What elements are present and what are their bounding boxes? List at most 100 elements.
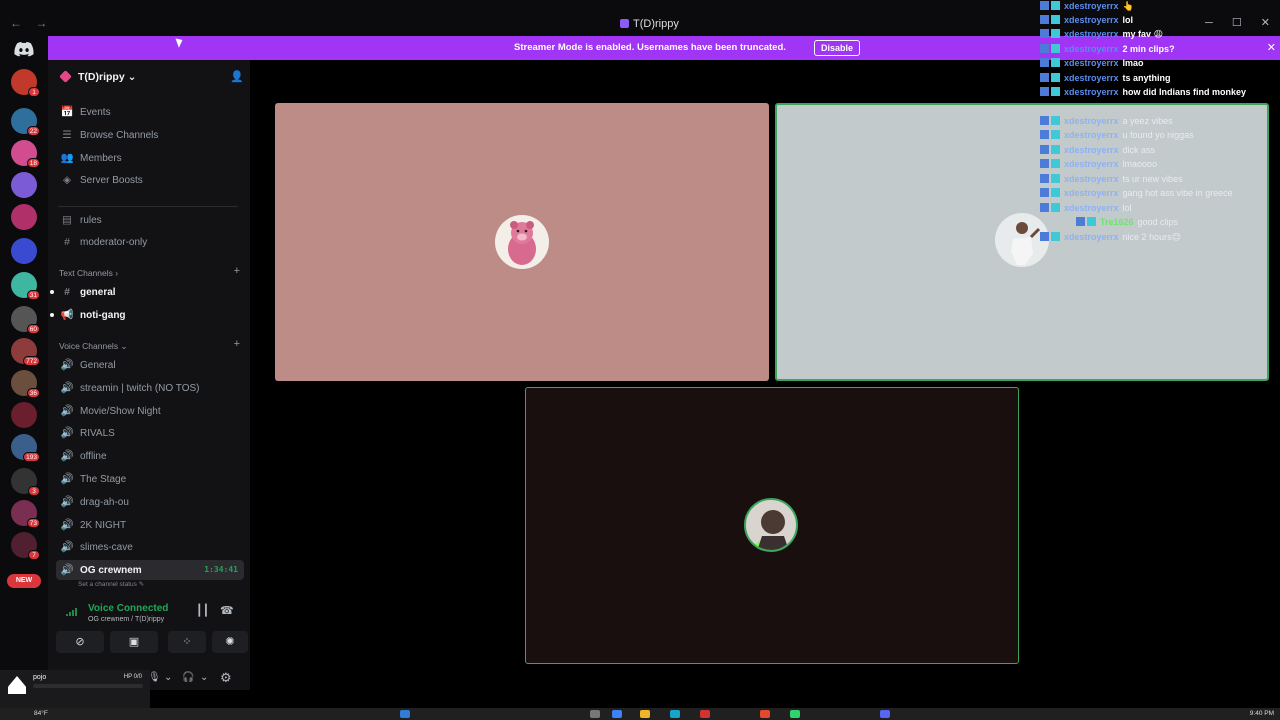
- mention-badge: 193: [23, 452, 40, 462]
- invite-people-icon[interactable]: 👤: [230, 70, 244, 83]
- server-icon[interactable]: [11, 238, 37, 264]
- new-badge[interactable]: NEW: [7, 574, 41, 588]
- windows-start-icon[interactable]: [400, 710, 410, 718]
- back-arrow-icon[interactable]: ←: [10, 16, 22, 30]
- speaker-icon: 🔊: [60, 495, 74, 508]
- weather-widget[interactable]: 84°F: [34, 710, 48, 717]
- close-window-icon[interactable]: ✕: [1261, 17, 1270, 29]
- voice-channel-streamin-twitch-no-tos-[interactable]: 🔊 streamin | twitch (NO TOS): [56, 378, 244, 398]
- headphones-icon[interactable]: 🎧: [182, 672, 194, 683]
- server-rail: 1 22 18 31 60 772 36 193 3 73 7 NEW: [0, 36, 48, 708]
- text-channel-noti-gang[interactable]: 📢 noti-gang: [50, 305, 244, 325]
- server-icon[interactable]: 60: [11, 306, 40, 334]
- chevron-down-icon[interactable]: ⌄: [200, 672, 208, 683]
- taskbar-app-icon[interactable]: [612, 710, 622, 718]
- channel-label: rules: [80, 215, 102, 226]
- nav-arrows: ← →: [10, 16, 57, 30]
- discord-taskbar-icon[interactable]: [880, 710, 890, 718]
- sidebar-item-events[interactable]: 📅 Events: [56, 102, 244, 122]
- taskbar-app-icon[interactable]: [760, 710, 770, 718]
- disable-streamer-mode-button[interactable]: Disable: [814, 40, 861, 56]
- soundboard-button[interactable]: ✺: [212, 631, 248, 653]
- server-icon[interactable]: 3: [11, 468, 40, 496]
- voice-channel-the-stage[interactable]: 🔊 The Stage: [56, 469, 244, 489]
- chevron-down-icon[interactable]: ⌄: [164, 672, 172, 683]
- server-icon[interactable]: 73: [11, 500, 40, 528]
- text-channel-moderator-only[interactable]: # moderator-only: [56, 232, 244, 252]
- sidebar-item-label: Members: [80, 153, 122, 164]
- server-icon[interactable]: 36: [11, 370, 40, 398]
- server-icon[interactable]: [11, 172, 37, 198]
- voice-channel-general[interactable]: 🔊 General: [56, 355, 244, 375]
- speaker-icon: 🔊: [60, 541, 74, 554]
- forward-arrow-icon[interactable]: →: [35, 16, 47, 30]
- server-name[interactable]: T(D)rippy ⌄: [78, 71, 136, 83]
- user-name: pojo: [33, 674, 47, 681]
- signal-icon[interactable]: [66, 607, 78, 617]
- voice-channel-movie-show-night[interactable]: 🔊 Movie/Show Night: [56, 401, 244, 421]
- server-header[interactable]: T(D)rippy ⌄ 👤: [48, 60, 250, 94]
- channel-status-link[interactable]: Set a channel status ✎: [78, 580, 144, 588]
- text-channel-general[interactable]: # general: [50, 282, 244, 302]
- minimize-icon[interactable]: ─: [1205, 17, 1213, 29]
- channel-label: offline: [80, 451, 107, 463]
- sidebar-item-members[interactable]: 👥 Members: [56, 148, 244, 168]
- folder-icon[interactable]: [640, 710, 650, 718]
- screen-share-button[interactable]: ▣: [110, 631, 158, 653]
- voice-channel-2k-night[interactable]: 🔊 2K NIGHT: [56, 515, 244, 535]
- video-tile-2-speaking[interactable]: [775, 103, 1269, 381]
- server-icon[interactable]: 31: [11, 272, 40, 300]
- disconnect-icon[interactable]: ☎: [220, 604, 234, 617]
- voice-channel-rivals[interactable]: 🔊 RIVALS: [56, 423, 244, 443]
- speaker-icon: 🔊: [60, 427, 74, 440]
- channel-icon: 📢: [60, 309, 74, 321]
- taskbar-app-icon[interactable]: [670, 710, 680, 718]
- add-voice-channel-icon[interactable]: +: [234, 338, 240, 350]
- voice-channel-drag-ah-ou[interactable]: 🔊 drag-ah-ou: [56, 492, 244, 512]
- category-text-channels[interactable]: Text Channels ›: [59, 268, 118, 278]
- speaker-icon: 🔊: [60, 381, 74, 394]
- voice-channel-og-crewnem[interactable]: 🔊 OG crewnem 1:34:41: [56, 560, 244, 580]
- camera-off-button[interactable]: ⊘: [56, 631, 104, 653]
- avatar: [995, 213, 1049, 267]
- server-icon[interactable]: 772: [11, 338, 40, 366]
- text-channel-rules[interactable]: ▤ rules: [56, 210, 244, 230]
- channel-label: General: [80, 360, 116, 371]
- taskbar-app-icon[interactable]: [700, 710, 710, 718]
- server-icon[interactable]: 193: [11, 434, 40, 462]
- category-voice-channels[interactable]: Voice Channels ⌄: [59, 341, 128, 352]
- user-hp: HP 0/0: [123, 674, 142, 680]
- voice-connected-panel: Voice Connected OG crewnem / T(D)rippy ┃…: [48, 595, 250, 657]
- taskbar: 84°F 9:40 PM: [0, 708, 1280, 720]
- video-tile-1[interactable]: [275, 103, 769, 381]
- noise-suppression-icon[interactable]: ┃┃: [196, 604, 209, 617]
- add-text-channel-icon[interactable]: +: [234, 265, 240, 277]
- sidebar-item-browse-channels[interactable]: ☰ Browse Channels: [56, 125, 244, 145]
- taskbar-app-icon[interactable]: [590, 710, 600, 718]
- voice-connected-title[interactable]: Voice Connected: [88, 603, 168, 614]
- discord-home-icon[interactable]: [14, 41, 34, 57]
- maximize-icon[interactable]: ☐: [1232, 17, 1242, 29]
- taskbar-app-icon[interactable]: [790, 710, 800, 718]
- server-icon[interactable]: [11, 402, 37, 428]
- voice-channel-slimes-cave[interactable]: 🔊 slimes-cave: [56, 537, 244, 557]
- server-icon[interactable]: 7: [11, 532, 40, 560]
- avatar: [8, 676, 26, 694]
- voice-channel-offline[interactable]: 🔊 offline: [56, 446, 244, 466]
- server-icon[interactable]: 22: [11, 108, 40, 136]
- speaker-icon: 🔊: [60, 473, 74, 485]
- mention-badge: 60: [26, 324, 40, 334]
- user-overlay-card[interactable]: pojo HP 0/0: [0, 670, 150, 708]
- sidebar-item-label: Browse Channels: [80, 130, 159, 141]
- clock[interactable]: 9:40 PM: [1250, 710, 1274, 717]
- voice-connected-subtitle[interactable]: OG crewnem / T(D)rippy: [88, 616, 164, 623]
- settings-gear-icon[interactable]: ⚙: [220, 670, 232, 686]
- server-icon[interactable]: [11, 204, 37, 230]
- video-tile-3[interactable]: [525, 387, 1019, 664]
- sidebar-item-server-boosts[interactable]: ◈ Server Boosts: [56, 170, 244, 190]
- close-banner-icon[interactable]: ✕: [1267, 41, 1276, 54]
- activities-button[interactable]: ⁘: [168, 631, 206, 653]
- server-icon[interactable]: 1: [11, 69, 40, 97]
- hp-bar: [33, 684, 143, 688]
- server-icon[interactable]: 18: [11, 140, 40, 168]
